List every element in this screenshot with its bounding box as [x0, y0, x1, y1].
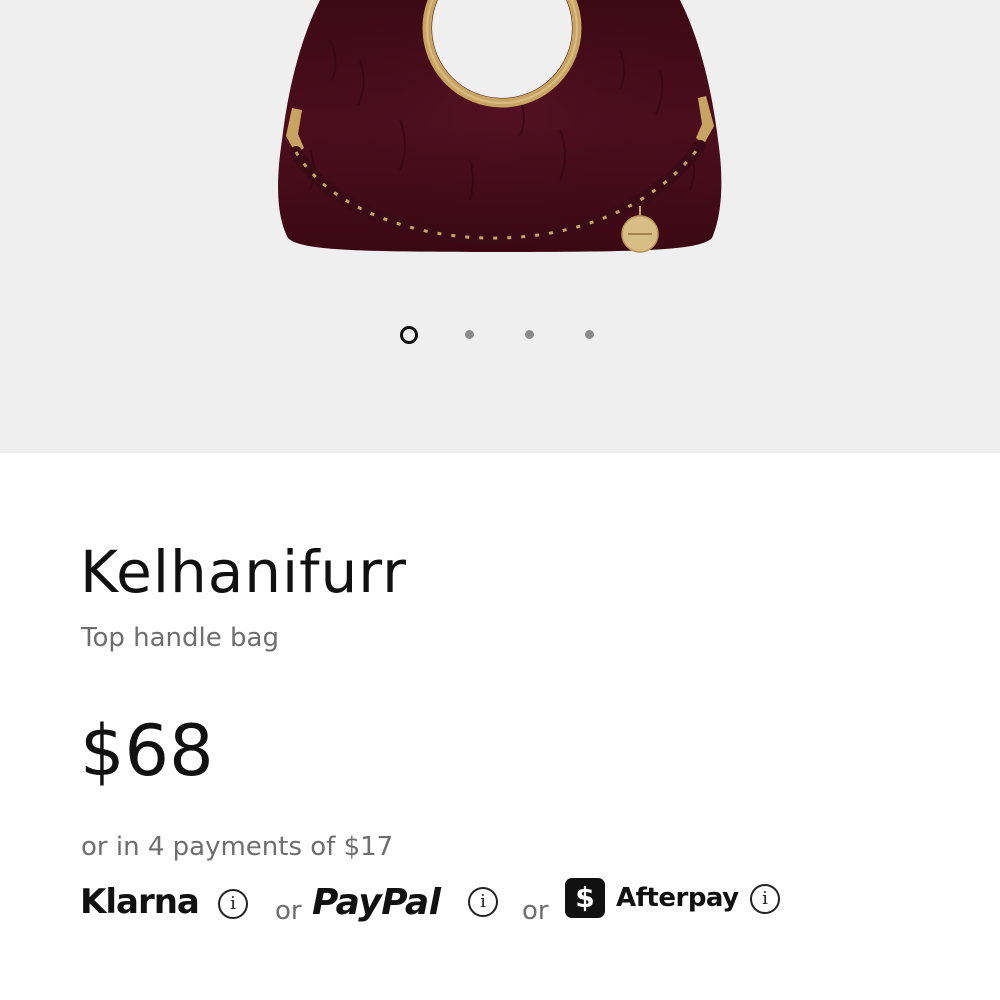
carousel-dot-1[interactable]	[400, 326, 418, 344]
product-image[interactable]	[0, 0, 1000, 453]
installments-text: or in 4 payments of $17	[81, 832, 394, 862]
klarna-logo: Klarna	[80, 882, 200, 922]
afterpay-logo: Afterpay	[616, 883, 739, 913]
product-page: Kelhanifurr Top handle bag $68 or in 4 p…	[0, 0, 1000, 1000]
product-price: $68	[80, 710, 214, 792]
carousel-dot-4[interactable]	[585, 330, 594, 339]
carousel-dot-2[interactable]	[465, 330, 474, 339]
or-separator: or	[522, 896, 549, 926]
carousel-pagination	[400, 324, 600, 346]
paypal-logo: PayPal	[312, 882, 441, 923]
klarna-info-icon[interactable]: i	[218, 889, 248, 919]
payment-options: Klarna i or PayPal i or $ Afterpay i	[80, 876, 940, 930]
product-title: Kelhanifurr	[80, 538, 407, 606]
or-separator: or	[275, 896, 302, 926]
afterpay-badge-icon: $	[565, 878, 605, 918]
paypal-info-icon[interactable]: i	[468, 887, 498, 917]
afterpay-info-icon[interactable]: i	[750, 884, 780, 914]
product-gallery[interactable]	[0, 0, 1000, 453]
product-category: Top handle bag	[81, 623, 279, 653]
carousel-dot-3[interactable]	[525, 330, 534, 339]
